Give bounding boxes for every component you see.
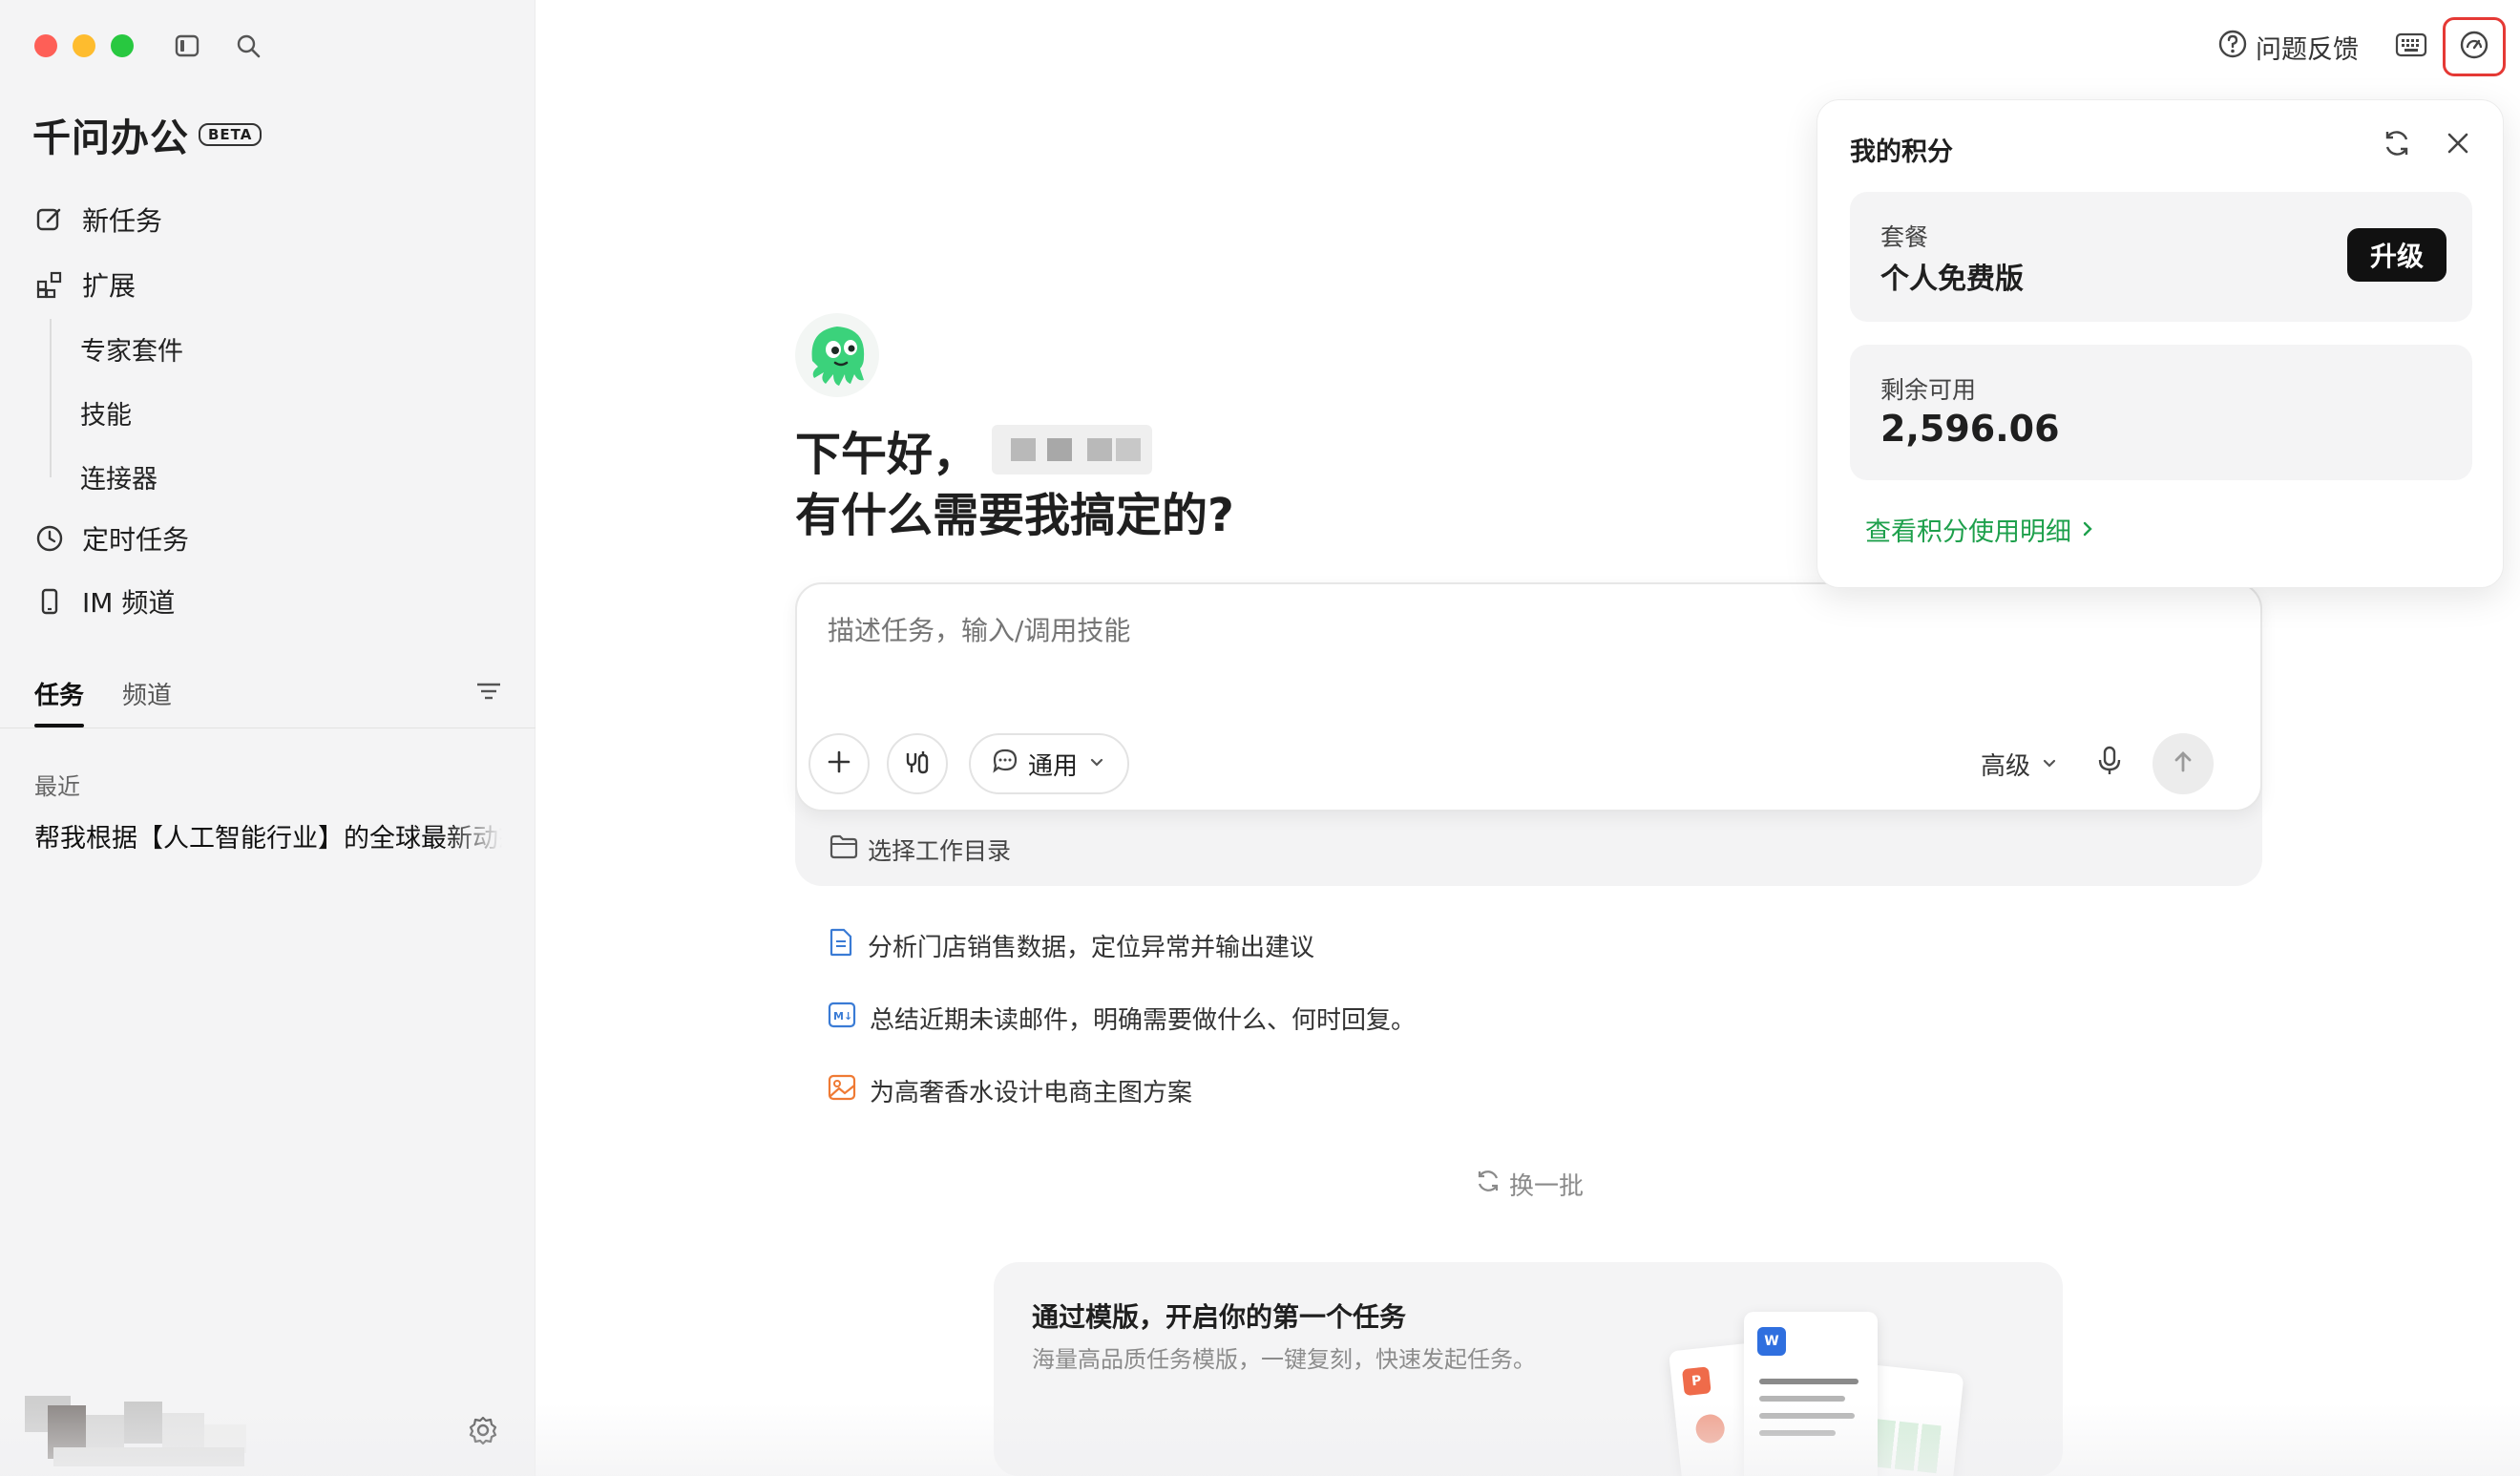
suggestion-item[interactable]: 分析门店销售数据，定位异常并输出建议 — [828, 928, 1314, 963]
suggestion-item[interactable]: 为高奢香水设计电商主图方案 — [828, 1073, 1192, 1108]
panel-title: 我的积分 — [1850, 137, 1953, 167]
app-name: 千问办公 — [32, 116, 189, 160]
microphone-icon[interactable] — [2095, 745, 2124, 781]
plan-label: 套餐 — [1880, 223, 1929, 251]
search-icon[interactable] — [231, 29, 265, 63]
tabs-divider — [0, 727, 536, 728]
username-redacted — [992, 425, 1153, 474]
sidebar-item-label: 定时任务 — [82, 524, 190, 556]
upgrade-button[interactable]: 升级 — [2347, 228, 2446, 282]
sidebar-item-label: 扩展 — [82, 270, 136, 302]
plus-icon — [825, 748, 853, 780]
filter-icon[interactable] — [473, 676, 504, 710]
folder-icon — [830, 834, 858, 865]
beta-badge: BETA — [199, 123, 262, 146]
minimize-window-button[interactable] — [73, 34, 95, 57]
submenu-guide — [50, 319, 52, 477]
suggestion-text: 分析门店销售数据，定位异常并输出建议 — [868, 934, 1315, 962]
template-card[interactable]: 通过模版，开启你的第一个任务 海量高品质任务模版，一键复刻，快速发起任务。 P … — [994, 1262, 2063, 1476]
greeting-line-1: 下午好， — [795, 416, 1153, 483]
sidebar-item-label: 新任务 — [82, 205, 163, 237]
points-details-link[interactable]: 查看积分使用明细 — [1865, 511, 2096, 548]
send-button[interactable] — [2152, 733, 2214, 794]
tools-icon — [903, 748, 932, 780]
document-icon — [828, 928, 854, 963]
chevron-right-icon — [2079, 515, 2096, 544]
clock-icon — [34, 523, 65, 554]
feedback-label: 问题反馈 — [2256, 35, 2359, 65]
advanced-label: 高级 — [1981, 752, 2031, 781]
settings-icon[interactable] — [468, 1415, 498, 1449]
tools-button[interactable] — [887, 733, 948, 794]
suggestion-item[interactable]: M↓ 总结近期未读邮件，明确需要做什么、何时回复。 — [828, 1001, 1416, 1036]
mode-label: 通用 — [1028, 751, 1079, 781]
help-circle-icon — [2217, 29, 2248, 66]
greeting-line-2: 有什么需要我搞定的? — [795, 489, 1234, 542]
mascot-octopus-icon — [793, 311, 881, 399]
sidebar-item-scheduled-tasks[interactable]: 定时任务 — [34, 519, 189, 558]
chevron-down-icon — [2040, 750, 2059, 779]
tab-tasks[interactable]: 任务 — [34, 676, 84, 711]
refresh-suggestions-button[interactable]: 换一批 — [1475, 1167, 1584, 1202]
arrow-up-icon — [2170, 749, 2196, 779]
brand: 千问办公 BETA — [32, 107, 262, 162]
greeting-text: 下午好， — [795, 428, 979, 481]
window-controls — [34, 34, 134, 57]
details-link-label: 查看积分使用明细 — [1865, 517, 2071, 547]
plan-box: 套餐 个人免费版 升级 — [1850, 192, 2472, 322]
plan-value: 个人免费版 — [1880, 263, 2024, 296]
sidebar-item-extensions[interactable]: 扩展 — [34, 265, 136, 304]
composer: 通用 高级 选择 — [795, 582, 2262, 886]
sidebar-item-new-task[interactable]: 新任务 — [34, 200, 162, 239]
points-panel: 我的积分 套餐 个人免费版 升级 剩余可用 2,596.06 查看积分使用明细 — [1816, 99, 2504, 588]
toggle-sidebar-icon[interactable] — [170, 29, 204, 63]
points-button[interactable] — [2443, 17, 2506, 76]
keyboard-icon[interactable] — [2395, 31, 2427, 63]
sidebar-item-label: IM 频道 — [82, 587, 176, 619]
extensions-icon — [34, 269, 65, 300]
refresh-icon — [1475, 1168, 1502, 1201]
chevron-down-icon — [1087, 749, 1106, 778]
template-subtitle: 海量高品质任务模版，一键复刻，快速发起任务。 — [1032, 1346, 1536, 1373]
workdir-label: 选择工作目录 — [868, 837, 1012, 865]
sidebar-item-im-channel[interactable]: IM 频道 — [34, 582, 175, 621]
recent-task-item[interactable]: 帮我根据【人工智能行业】的全球最新动态 — [34, 817, 502, 854]
task-input[interactable] — [828, 615, 2164, 646]
feedback-button[interactable]: 问题反馈 — [2217, 29, 2359, 66]
word-document-icon: W — [1744, 1312, 1878, 1476]
tab-channels[interactable]: 频道 — [122, 676, 172, 711]
suggestion-text: 总结近期未读邮件，明确需要做什么、何时回复。 — [870, 1006, 1417, 1035]
sidebar-subitem-connectors[interactable]: 连接器 — [80, 458, 158, 496]
sidebar: 千问办公 BETA 新任务 扩展 专家套件 技能 连接器 定时任务 IM 频道 … — [0, 0, 536, 1476]
select-workdir-button[interactable]: 选择工作目录 — [830, 833, 1011, 867]
remaining-box: 剩余可用 2,596.06 — [1850, 345, 2472, 480]
template-title: 通过模版，开启你的第一个任务 — [1032, 1301, 1407, 1333]
svg-text:M↓: M↓ — [833, 1010, 852, 1023]
recent-label: 最近 — [34, 773, 80, 800]
image-icon — [828, 1073, 856, 1108]
advanced-select[interactable]: 高级 — [1981, 747, 2059, 782]
mode-select[interactable]: 通用 — [969, 733, 1130, 794]
suggestion-text: 为高奢香水设计电商主图方案 — [870, 1079, 1193, 1107]
composer-card: 通用 高级 — [795, 582, 2262, 812]
close-window-button[interactable] — [34, 34, 57, 57]
maximize-window-button[interactable] — [111, 34, 134, 57]
chat-bubble-icon — [992, 748, 1018, 781]
gauge-icon — [2459, 30, 2489, 64]
refresh-icon[interactable] — [2381, 127, 2413, 163]
user-profile[interactable] — [25, 1396, 246, 1468]
add-button[interactable] — [808, 733, 870, 794]
edit-icon — [34, 204, 65, 235]
refresh-label: 换一批 — [1509, 1172, 1585, 1201]
sidebar-subitem-skills[interactable]: 技能 — [80, 394, 132, 432]
close-icon[interactable] — [2444, 129, 2472, 161]
phone-icon — [34, 586, 65, 617]
sidebar-subitem-expert-suite[interactable]: 专家套件 — [80, 330, 183, 368]
remaining-label: 剩余可用 — [1880, 376, 1977, 404]
markdown-icon: M↓ — [828, 1001, 856, 1036]
remaining-value: 2,596.06 — [1880, 408, 2060, 450]
sidebar-tabs: 任务 频道 — [34, 668, 506, 727]
